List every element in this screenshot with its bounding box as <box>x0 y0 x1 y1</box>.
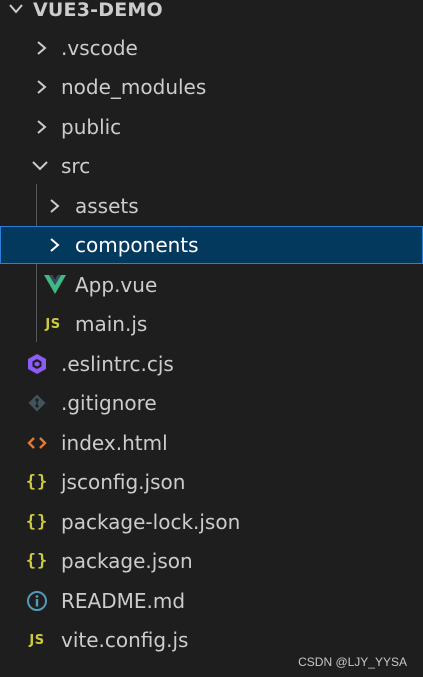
tree-item-label: assets <box>75 194 139 218</box>
tree-item-label: vite.config.js <box>61 628 189 652</box>
tree-item-assets[interactable]: assets <box>0 187 423 225</box>
json-icon: {} <box>25 550 49 572</box>
tree-item-jsconfig[interactable]: {} jsconfig.json <box>0 463 423 501</box>
tree-item-label: package.json <box>61 549 193 573</box>
chevron-right-icon <box>37 80 47 94</box>
tree-item-gitignore[interactable]: .gitignore <box>0 384 423 422</box>
tree-item-vite-config[interactable]: JS vite.config.js <box>0 621 423 659</box>
tree-item-readme[interactable]: README.md <box>0 582 423 620</box>
javascript-icon: JS <box>25 629 49 651</box>
chevron-down-icon <box>32 161 48 171</box>
html-icon <box>25 432 49 454</box>
tree-item-package-json[interactable]: {} package.json <box>0 542 423 580</box>
tree-item-label: .eslintrc.cjs <box>61 352 174 376</box>
tree-item-label: index.html <box>61 431 168 455</box>
tree-item-public[interactable]: public <box>0 108 423 146</box>
javascript-icon: JS <box>41 313 65 335</box>
tree-item-vscode[interactable]: .vscode <box>0 29 423 67</box>
tree-item-label: main.js <box>75 312 148 336</box>
explorer-root-label: VUE3-DEMO <box>33 0 163 21</box>
js-badge-text: JS <box>29 632 45 648</box>
chevron-right-icon <box>50 199 60 213</box>
json-badge-text: {} <box>25 551 49 571</box>
tree-item-index-html[interactable]: index.html <box>0 424 423 462</box>
tree-item-components[interactable]: components <box>0 226 423 264</box>
tree-item-src[interactable]: src <box>0 147 423 185</box>
tree-item-label: .vscode <box>61 36 138 60</box>
vue-icon <box>43 274 67 296</box>
watermark-text: CSDN @LJY_YYSA <box>298 655 407 669</box>
tree-item-main-js[interactable]: JS main.js <box>0 305 423 343</box>
tree-item-app-vue[interactable]: App.vue <box>0 266 423 304</box>
json-badge-text: {} <box>25 512 49 532</box>
tree-item-label: App.vue <box>75 273 158 297</box>
tree-item-label: components <box>75 233 199 257</box>
chevron-right-icon <box>37 120 47 134</box>
tree-item-label: node_modules <box>61 75 207 99</box>
file-explorer: VUE3-DEMO .vscode node_modules public sr… <box>0 0 423 677</box>
info-icon <box>25 590 49 612</box>
tree-item-label: public <box>61 115 122 139</box>
tree-item-label: package-lock.json <box>61 510 241 534</box>
tree-item-label: jsconfig.json <box>61 470 186 494</box>
chevron-right-icon <box>50 238 60 252</box>
chevron-right-icon <box>37 41 47 55</box>
eslint-icon <box>25 353 49 375</box>
json-icon: {} <box>25 471 49 493</box>
js-badge-text: JS <box>45 316 61 332</box>
tree-item-eslintrc[interactable]: .eslintrc.cjs <box>0 345 423 383</box>
tree-item-package-lock[interactable]: {} package-lock.json <box>0 503 423 541</box>
tree-item-label: README.md <box>61 589 186 613</box>
json-icon: {} <box>25 511 49 533</box>
chevron-down-icon[interactable] <box>8 2 24 16</box>
explorer-root-row[interactable]: VUE3-DEMO <box>0 0 423 22</box>
git-icon <box>25 392 49 414</box>
tree-item-label: .gitignore <box>61 391 157 415</box>
tree-item-node-modules[interactable]: node_modules <box>0 68 423 106</box>
json-badge-text: {} <box>25 472 49 492</box>
tree-item-label: src <box>61 154 91 178</box>
